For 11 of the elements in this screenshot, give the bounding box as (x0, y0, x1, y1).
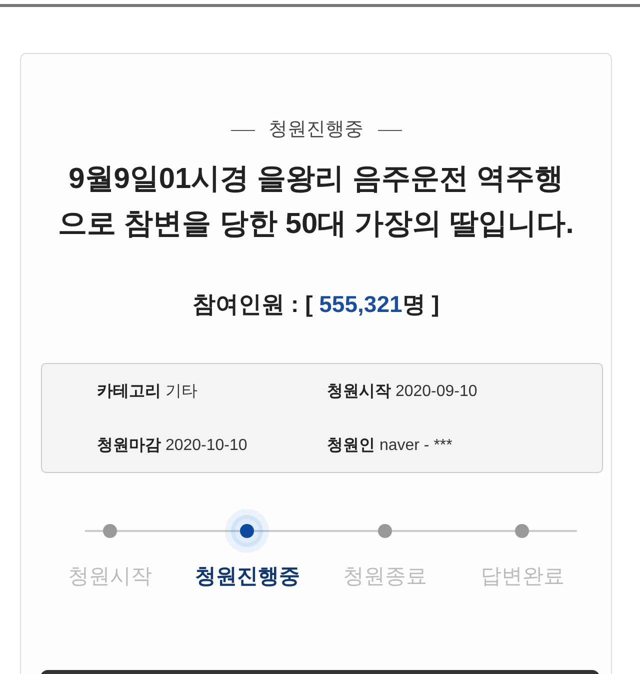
step-label: 답변완료 (480, 564, 564, 590)
participant-count: 참여인원 : [ 555,321명 ] (192, 290, 440, 316)
petition-title: 9월9일01시경 을왕리 음주운전 역주행으로 참변을 당한 50대 가장의 딸입니다. (57, 162, 575, 242)
info-field: 청원시작 2020-09-10 (327, 380, 602, 404)
step-label: 청원진행중 (194, 564, 300, 590)
info-field: 카테고리 기타 (97, 380, 327, 404)
status-heading: 청원진행중 (268, 118, 364, 142)
step-label: 청원종료 (342, 564, 427, 590)
step-label: 청원시작 (68, 564, 152, 590)
info-field: 청원마감 2020-10-10 (97, 434, 327, 458)
info-field: 청원인 naver - *** (327, 434, 602, 458)
